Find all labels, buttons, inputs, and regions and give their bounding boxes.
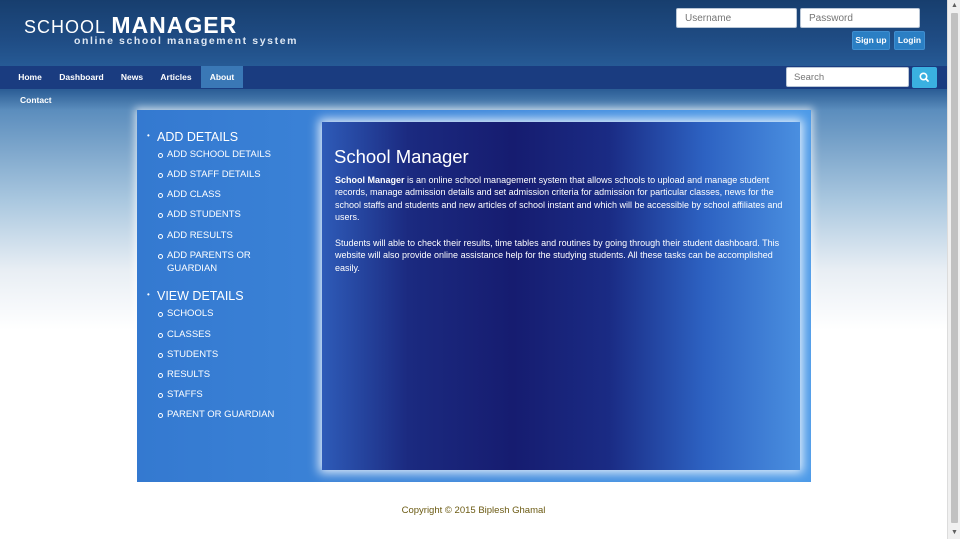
page: SCHOOL MANAGER online school management … xyxy=(0,0,947,539)
about-paragraph-2: Students will able to check their result… xyxy=(335,238,780,273)
sidebar-link-staffs[interactable]: STAFFS xyxy=(158,388,287,401)
add-details-heading: ADD DETAILS xyxy=(147,130,238,144)
sidebar-link-schools[interactable]: SCHOOLS xyxy=(158,307,287,320)
sidebar-link-add-school-details[interactable]: ADD SCHOOL DETAILS xyxy=(158,148,287,161)
vertical-scrollbar[interactable]: ▲ ▼ xyxy=(947,0,960,539)
sidebar-link-add-staff-details[interactable]: ADD STAFF DETAILS xyxy=(158,168,287,181)
sidebar-link-add-students[interactable]: ADD STUDENTS xyxy=(158,208,287,221)
main-panel: ADD DETAILS ADD SCHOOL DETAILS ADD STAFF… xyxy=(137,110,811,482)
nav-home[interactable]: Home xyxy=(12,66,48,88)
triangle-down-icon[interactable]: ▼ xyxy=(948,527,960,539)
search-input[interactable] xyxy=(786,67,909,87)
about-paragraph-1-bold: School Manager xyxy=(335,175,405,185)
nav-about[interactable]: About xyxy=(201,66,243,88)
footer-copyright: Copyright © 2015 Biplesh Ghamal xyxy=(401,505,546,516)
header: SCHOOL MANAGER online school management … xyxy=(0,0,947,66)
password-input[interactable] xyxy=(800,8,920,28)
nav-articles[interactable]: Articles xyxy=(155,66,197,88)
username-input[interactable] xyxy=(676,8,797,28)
magnifier-icon xyxy=(919,72,929,82)
sidebar-link-classes[interactable]: CLASSES xyxy=(158,328,287,341)
sidebar-link-students[interactable]: STUDENTS xyxy=(158,348,287,361)
sidebar-link-add-results[interactable]: ADD RESULTS xyxy=(158,229,287,242)
login-button[interactable]: Login xyxy=(894,31,925,50)
page-title: School Manager xyxy=(334,146,469,167)
nav-contact[interactable]: Contact xyxy=(20,95,52,105)
nav-dashboard[interactable]: Dashboard xyxy=(56,66,107,88)
about-content: School Manager School Manager is an onli… xyxy=(322,122,800,470)
sidebar-link-results[interactable]: RESULTS xyxy=(158,368,287,381)
sidebar-link-parent-or-guardian[interactable]: PARENT OR GUARDIAN xyxy=(158,408,307,421)
logo-tagline: online school management system xyxy=(74,35,299,47)
signup-button[interactable]: Sign up xyxy=(852,31,890,50)
sidebar-link-add-parents-or-guardian[interactable]: ADD PARENTS OR GUARDIAN xyxy=(158,249,287,275)
about-paragraph-1: School Manager is an online school manag… xyxy=(335,174,787,223)
triangle-up-icon[interactable]: ▲ xyxy=(948,0,960,12)
view-details-heading: VIEW DETAILS xyxy=(147,289,244,303)
nav-news[interactable]: News xyxy=(116,66,148,88)
scrollbar-thumb[interactable] xyxy=(951,13,958,523)
search-button[interactable] xyxy=(912,67,937,88)
logo-small-text: SCHOOL xyxy=(24,17,112,37)
sidebar-link-add-class[interactable]: ADD CLASS xyxy=(158,188,287,201)
